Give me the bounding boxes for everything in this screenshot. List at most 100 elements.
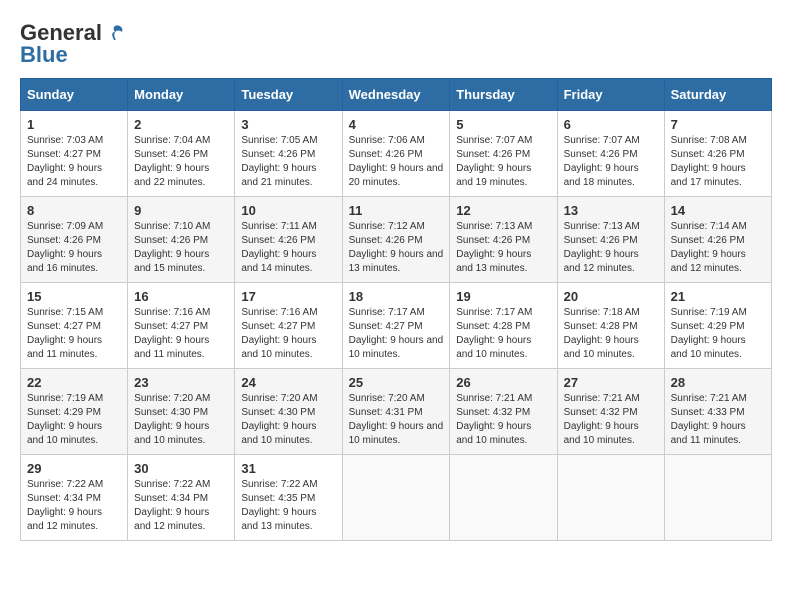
day-number: 11 <box>349 203 444 218</box>
day-number: 26 <box>456 375 550 390</box>
day-info: Sunrise: 7:21 AM Sunset: 4:32 PM Dayligh… <box>564 392 658 448</box>
day-info: Sunrise: 7:22 AM Sunset: 4:34 PM Dayligh… <box>134 478 228 534</box>
sunrise-label: Sunrise: 7:07 AM <box>564 135 640 146</box>
daylight-label: Daylight: 9 hours and 10 minutes. <box>241 421 316 446</box>
calendar-cell: 1 Sunrise: 7:03 AM Sunset: 4:27 PM Dayli… <box>21 111 128 197</box>
calendar-cell: 4 Sunrise: 7:06 AM Sunset: 4:26 PM Dayli… <box>342 111 450 197</box>
day-number: 18 <box>349 289 444 304</box>
calendar-cell: 10 Sunrise: 7:11 AM Sunset: 4:26 PM Dayl… <box>235 197 342 283</box>
sunset-label: Sunset: 4:27 PM <box>27 149 101 160</box>
daylight-label: Daylight: 9 hours and 12 minutes. <box>134 507 209 532</box>
day-number: 14 <box>671 203 765 218</box>
day-info: Sunrise: 7:20 AM Sunset: 4:31 PM Dayligh… <box>349 392 444 448</box>
day-number: 21 <box>671 289 765 304</box>
day-info: Sunrise: 7:13 AM Sunset: 4:26 PM Dayligh… <box>456 220 550 276</box>
day-info: Sunrise: 7:22 AM Sunset: 4:35 PM Dayligh… <box>241 478 335 534</box>
sunrise-label: Sunrise: 7:21 AM <box>671 393 747 404</box>
calendar-cell: 7 Sunrise: 7:08 AM Sunset: 4:26 PM Dayli… <box>664 111 771 197</box>
sunset-label: Sunset: 4:30 PM <box>134 407 208 418</box>
sunrise-label: Sunrise: 7:21 AM <box>564 393 640 404</box>
sunrise-label: Sunrise: 7:20 AM <box>241 393 317 404</box>
calendar-cell: 29 Sunrise: 7:22 AM Sunset: 4:34 PM Dayl… <box>21 455 128 541</box>
calendar-cell: 23 Sunrise: 7:20 AM Sunset: 4:30 PM Dayl… <box>128 369 235 455</box>
page-header: General Blue <box>20 20 772 68</box>
calendar-cell: 11 Sunrise: 7:12 AM Sunset: 4:26 PM Dayl… <box>342 197 450 283</box>
sunrise-label: Sunrise: 7:16 AM <box>134 307 210 318</box>
calendar-cell: 16 Sunrise: 7:16 AM Sunset: 4:27 PM Dayl… <box>128 283 235 369</box>
calendar-cell: 25 Sunrise: 7:20 AM Sunset: 4:31 PM Dayl… <box>342 369 450 455</box>
day-number: 5 <box>456 117 550 132</box>
sunset-label: Sunset: 4:26 PM <box>564 149 638 160</box>
logo-bird-icon <box>104 22 126 44</box>
sunrise-label: Sunrise: 7:22 AM <box>27 479 103 490</box>
sunset-label: Sunset: 4:26 PM <box>349 149 423 160</box>
daylight-label: Daylight: 9 hours and 11 minutes. <box>671 421 746 446</box>
sunrise-label: Sunrise: 7:22 AM <box>241 479 317 490</box>
sunrise-label: Sunrise: 7:09 AM <box>27 221 103 232</box>
sunset-label: Sunset: 4:32 PM <box>564 407 638 418</box>
daylight-label: Daylight: 9 hours and 11 minutes. <box>134 335 209 360</box>
sunrise-label: Sunrise: 7:07 AM <box>456 135 532 146</box>
daylight-label: Daylight: 9 hours and 10 minutes. <box>349 421 444 446</box>
day-info: Sunrise: 7:20 AM Sunset: 4:30 PM Dayligh… <box>134 392 228 448</box>
calendar-cell <box>664 455 771 541</box>
calendar-cell: 26 Sunrise: 7:21 AM Sunset: 4:32 PM Dayl… <box>450 369 557 455</box>
calendar-week-2: 8 Sunrise: 7:09 AM Sunset: 4:26 PM Dayli… <box>21 197 772 283</box>
daylight-label: Daylight: 9 hours and 10 minutes. <box>456 335 531 360</box>
day-info: Sunrise: 7:17 AM Sunset: 4:28 PM Dayligh… <box>456 306 550 362</box>
calendar-header-wednesday: Wednesday <box>342 79 450 111</box>
sunset-label: Sunset: 4:26 PM <box>564 235 638 246</box>
day-info: Sunrise: 7:21 AM Sunset: 4:33 PM Dayligh… <box>671 392 765 448</box>
daylight-label: Daylight: 9 hours and 20 minutes. <box>349 163 444 188</box>
daylight-label: Daylight: 9 hours and 10 minutes. <box>671 335 746 360</box>
calendar-table: SundayMondayTuesdayWednesdayThursdayFrid… <box>20 78 772 541</box>
daylight-label: Daylight: 9 hours and 19 minutes. <box>456 163 531 188</box>
calendar-week-5: 29 Sunrise: 7:22 AM Sunset: 4:34 PM Dayl… <box>21 455 772 541</box>
day-number: 30 <box>134 461 228 476</box>
calendar-cell: 30 Sunrise: 7:22 AM Sunset: 4:34 PM Dayl… <box>128 455 235 541</box>
sunset-label: Sunset: 4:28 PM <box>456 321 530 332</box>
day-info: Sunrise: 7:12 AM Sunset: 4:26 PM Dayligh… <box>349 220 444 276</box>
day-info: Sunrise: 7:07 AM Sunset: 4:26 PM Dayligh… <box>564 134 658 190</box>
daylight-label: Daylight: 9 hours and 10 minutes. <box>27 421 102 446</box>
day-info: Sunrise: 7:08 AM Sunset: 4:26 PM Dayligh… <box>671 134 765 190</box>
calendar-cell <box>557 455 664 541</box>
day-info: Sunrise: 7:05 AM Sunset: 4:26 PM Dayligh… <box>241 134 335 190</box>
calendar-cell: 24 Sunrise: 7:20 AM Sunset: 4:30 PM Dayl… <box>235 369 342 455</box>
day-info: Sunrise: 7:07 AM Sunset: 4:26 PM Dayligh… <box>456 134 550 190</box>
day-info: Sunrise: 7:09 AM Sunset: 4:26 PM Dayligh… <box>27 220 121 276</box>
calendar-week-3: 15 Sunrise: 7:15 AM Sunset: 4:27 PM Dayl… <box>21 283 772 369</box>
logo-blue: Blue <box>20 42 68 68</box>
sunrise-label: Sunrise: 7:14 AM <box>671 221 747 232</box>
day-number: 2 <box>134 117 228 132</box>
daylight-label: Daylight: 9 hours and 16 minutes. <box>27 249 102 274</box>
daylight-label: Daylight: 9 hours and 13 minutes. <box>456 249 531 274</box>
calendar-cell: 3 Sunrise: 7:05 AM Sunset: 4:26 PM Dayli… <box>235 111 342 197</box>
day-info: Sunrise: 7:17 AM Sunset: 4:27 PM Dayligh… <box>349 306 444 362</box>
daylight-label: Daylight: 9 hours and 21 minutes. <box>241 163 316 188</box>
day-number: 3 <box>241 117 335 132</box>
sunset-label: Sunset: 4:34 PM <box>27 493 101 504</box>
sunrise-label: Sunrise: 7:21 AM <box>456 393 532 404</box>
daylight-label: Daylight: 9 hours and 10 minutes. <box>134 421 209 446</box>
sunset-label: Sunset: 4:26 PM <box>456 235 530 246</box>
daylight-label: Daylight: 9 hours and 11 minutes. <box>27 335 102 360</box>
day-number: 28 <box>671 375 765 390</box>
sunset-label: Sunset: 4:34 PM <box>134 493 208 504</box>
day-number: 27 <box>564 375 658 390</box>
daylight-label: Daylight: 9 hours and 12 minutes. <box>27 507 102 532</box>
day-number: 17 <box>241 289 335 304</box>
day-number: 25 <box>349 375 444 390</box>
calendar-header-monday: Monday <box>128 79 235 111</box>
sunset-label: Sunset: 4:28 PM <box>564 321 638 332</box>
day-number: 19 <box>456 289 550 304</box>
sunrise-label: Sunrise: 7:19 AM <box>671 307 747 318</box>
sunrise-label: Sunrise: 7:17 AM <box>456 307 532 318</box>
daylight-label: Daylight: 9 hours and 13 minutes. <box>241 507 316 532</box>
sunrise-label: Sunrise: 7:04 AM <box>134 135 210 146</box>
sunrise-label: Sunrise: 7:06 AM <box>349 135 425 146</box>
calendar-cell: 17 Sunrise: 7:16 AM Sunset: 4:27 PM Dayl… <box>235 283 342 369</box>
sunrise-label: Sunrise: 7:18 AM <box>564 307 640 318</box>
calendar-week-1: 1 Sunrise: 7:03 AM Sunset: 4:27 PM Dayli… <box>21 111 772 197</box>
daylight-label: Daylight: 9 hours and 10 minutes. <box>456 421 531 446</box>
